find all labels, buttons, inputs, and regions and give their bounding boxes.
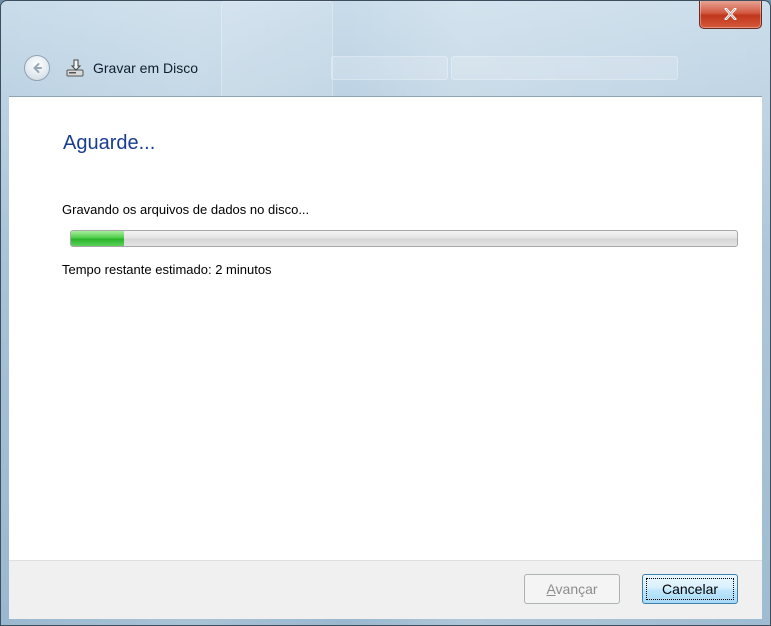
content-area xyxy=(9,96,762,560)
progress-bar-fill xyxy=(71,231,125,246)
focus-rectangle xyxy=(646,578,734,600)
next-button[interactable]: Avançar xyxy=(524,574,620,604)
back-arrow-icon xyxy=(33,63,42,73)
next-button-label: Avançar xyxy=(546,581,598,597)
close-button[interactable] xyxy=(699,1,762,29)
close-x-icon xyxy=(724,8,737,20)
time-remaining-text: Tempo restante estimado: 2 minutos xyxy=(62,262,272,277)
dialog-window: Gravar em Disco Aguarde... Gravando os a… xyxy=(0,0,771,626)
status-text: Gravando os arquivos de dados no disco..… xyxy=(62,202,310,217)
burn-disc-icon xyxy=(66,59,84,77)
progress-bar xyxy=(70,230,738,247)
glass-background-element xyxy=(221,1,333,98)
glass-background-element xyxy=(451,56,678,80)
window-title: Gravar em Disco xyxy=(93,60,199,76)
cancel-button[interactable]: Cancelar xyxy=(642,574,738,604)
back-button[interactable] xyxy=(24,55,50,81)
glass-background-element xyxy=(331,56,448,80)
page-heading: Aguarde... xyxy=(63,132,156,154)
